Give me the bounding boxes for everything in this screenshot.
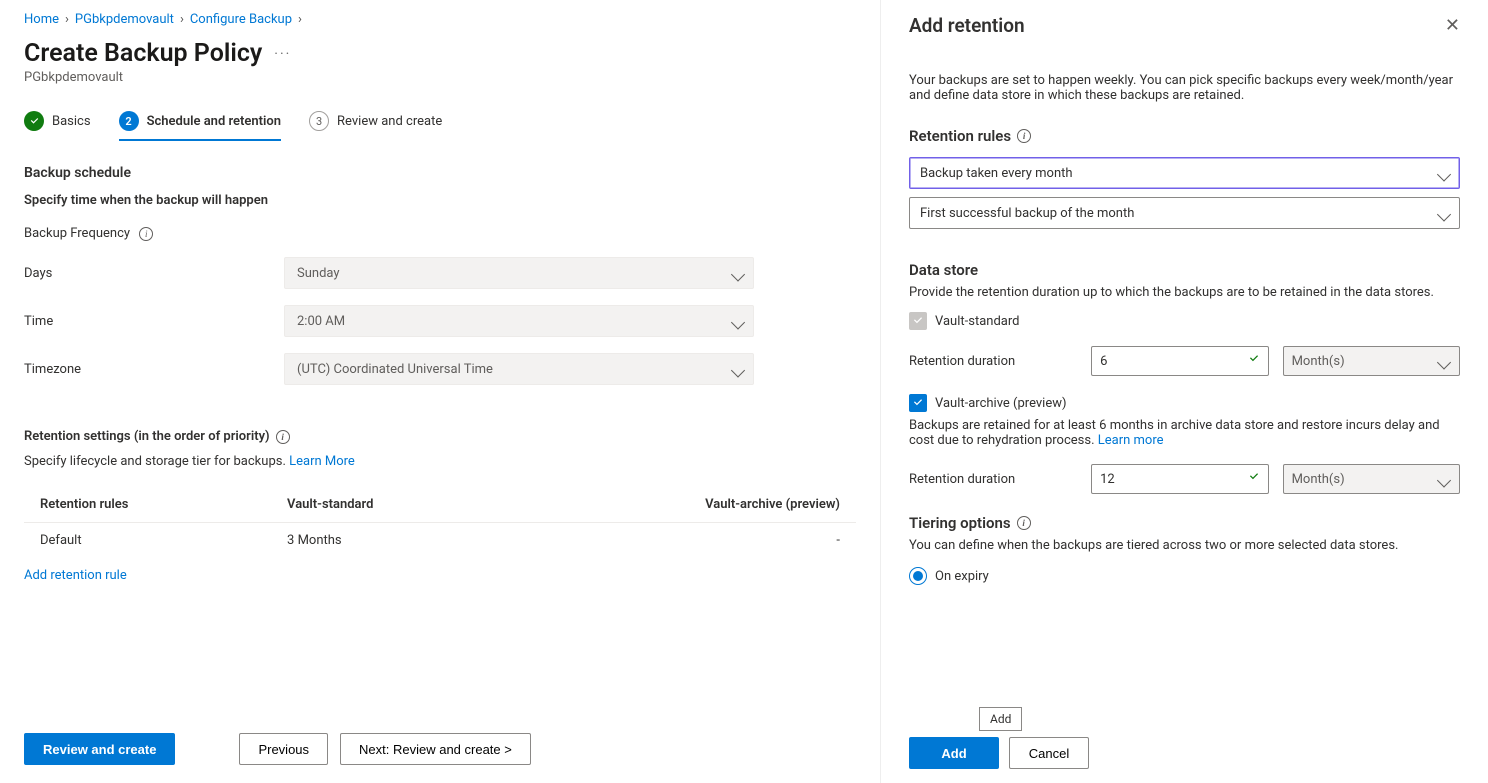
column-header-rules: Retention rules bbox=[24, 487, 271, 523]
column-header-vstd: Vault-standard bbox=[271, 487, 514, 523]
tiering-desc: You can define when the backups are tier… bbox=[909, 538, 1460, 553]
label-time: Time bbox=[24, 314, 284, 329]
info-icon[interactable]: i bbox=[276, 430, 290, 444]
select-timezone[interactable]: (UTC) Coordinated Universal Time bbox=[284, 353, 754, 385]
input-varch-duration[interactable]: 12 bbox=[1091, 464, 1268, 494]
step-review[interactable]: 3 Review and create bbox=[309, 111, 442, 139]
select-value: First successful backup of the month bbox=[920, 206, 1134, 221]
table-row: Default 3 Months - bbox=[24, 523, 856, 559]
panel-section-data-store: Data store bbox=[909, 261, 1460, 279]
add-button[interactable]: Add bbox=[909, 737, 999, 769]
chevron-right-icon: › bbox=[180, 12, 184, 27]
select-rule-which[interactable]: First successful backup of the month bbox=[909, 197, 1460, 229]
section-backup-schedule-sub: Specify time when the backup will happen bbox=[24, 193, 856, 208]
add-retention-rule-link[interactable]: Add retention rule bbox=[24, 568, 856, 583]
input-value: 12 bbox=[1100, 472, 1115, 487]
vault-archive-note: Backups are retained for at least 6 mont… bbox=[909, 418, 1460, 448]
column-header-varch: Vault-archive (preview) bbox=[514, 487, 856, 523]
input-value: 6 bbox=[1100, 354, 1107, 369]
panel-section-tiering: Tiering options i bbox=[909, 514, 1460, 532]
checkbox-icon bbox=[909, 312, 927, 330]
step-basics[interactable]: Basics bbox=[24, 111, 91, 139]
panel-section-retention-rules: Retention rules i bbox=[909, 127, 1460, 145]
next-button[interactable]: Next: Review and create > bbox=[340, 733, 531, 765]
select-value: Month(s) bbox=[1292, 354, 1345, 369]
previous-button[interactable]: Previous bbox=[239, 733, 328, 765]
step-number-icon: 3 bbox=[309, 111, 329, 131]
radio-label: On expiry bbox=[935, 569, 989, 584]
cell-varch: - bbox=[514, 523, 856, 559]
checkbox-label: Vault-standard bbox=[935, 314, 1019, 329]
learn-more-link[interactable]: Learn more bbox=[1098, 433, 1164, 448]
checkbox-vault-standard[interactable]: Vault-standard bbox=[909, 312, 1460, 330]
retention-desc: Specify lifecycle and storage tier for b… bbox=[24, 454, 856, 469]
chevron-right-icon: › bbox=[298, 12, 302, 27]
chevron-down-icon bbox=[733, 269, 743, 284]
close-icon[interactable]: ✕ bbox=[1445, 15, 1460, 36]
retention-rules-table: Retention rules Vault-standard Vault-arc… bbox=[24, 487, 856, 558]
label-retention-duration: Retention duration bbox=[909, 472, 1077, 487]
select-rule-scope[interactable]: Backup taken every month bbox=[909, 157, 1460, 189]
input-vstd-duration[interactable]: 6 bbox=[1091, 346, 1268, 376]
checkbox-vault-archive[interactable]: Vault-archive (preview) bbox=[909, 394, 1460, 412]
learn-more-link[interactable]: Learn More bbox=[289, 454, 355, 469]
panel-title: Add retention bbox=[909, 14, 1025, 37]
select-value: (UTC) Coordinated Universal Time bbox=[297, 362, 493, 377]
select-value: Sunday bbox=[297, 266, 340, 281]
more-icon[interactable]: ··· bbox=[274, 46, 291, 62]
page-title: Create Backup Policy bbox=[24, 39, 262, 68]
checkbox-icon bbox=[909, 394, 927, 412]
label-days: Days bbox=[24, 266, 284, 281]
label-retention-duration: Retention duration bbox=[909, 354, 1077, 369]
section-backup-schedule: Backup schedule bbox=[24, 165, 856, 181]
tooltip-add: Add bbox=[979, 707, 1022, 731]
chevron-down-icon bbox=[1439, 475, 1449, 490]
chevron-down-icon bbox=[733, 317, 743, 332]
check-icon bbox=[24, 111, 44, 131]
chevron-down-icon bbox=[1439, 169, 1449, 184]
select-time[interactable]: 2:00 AM bbox=[284, 305, 754, 337]
review-and-create-button[interactable]: Review and create bbox=[24, 733, 175, 765]
info-icon[interactable]: i bbox=[1017, 129, 1031, 143]
select-value: 2:00 AM bbox=[297, 314, 345, 329]
label-timezone: Timezone bbox=[24, 362, 284, 377]
data-store-desc: Provide the retention duration up to whi… bbox=[909, 285, 1460, 300]
step-label: Schedule and retention bbox=[147, 114, 281, 129]
section-retention-settings: Retention settings (in the order of prio… bbox=[24, 429, 856, 444]
breadcrumb: Home › PGbkpdemovault › Configure Backup… bbox=[24, 12, 856, 27]
chevron-down-icon bbox=[1439, 357, 1449, 372]
select-vstd-unit[interactable]: Month(s) bbox=[1283, 346, 1460, 376]
info-icon[interactable]: i bbox=[1017, 516, 1031, 530]
wizard-steps: Basics 2 Schedule and retention 3 Review… bbox=[24, 111, 856, 141]
select-varch-unit[interactable]: Month(s) bbox=[1283, 464, 1460, 494]
valid-icon bbox=[1248, 353, 1260, 369]
checkbox-label: Vault-archive (preview) bbox=[935, 396, 1067, 411]
breadcrumb-home[interactable]: Home bbox=[24, 12, 59, 27]
chevron-down-icon bbox=[733, 365, 743, 380]
breadcrumb-vault[interactable]: PGbkpdemovault bbox=[75, 12, 174, 27]
step-schedule[interactable]: 2 Schedule and retention bbox=[119, 111, 281, 139]
select-days[interactable]: Sunday bbox=[284, 257, 754, 289]
chevron-right-icon: › bbox=[65, 12, 69, 27]
radio-on-expiry[interactable]: On expiry bbox=[909, 567, 1460, 585]
select-value: Month(s) bbox=[1292, 472, 1345, 487]
select-value: Backup taken every month bbox=[920, 166, 1073, 181]
cancel-button[interactable]: Cancel bbox=[1009, 737, 1089, 769]
panel-description: Your backups are set to happen weekly. Y… bbox=[909, 73, 1460, 103]
chevron-down-icon bbox=[1439, 209, 1449, 224]
step-number-icon: 2 bbox=[119, 111, 139, 131]
step-label: Basics bbox=[52, 114, 91, 129]
cell-rule-name: Default bbox=[24, 523, 271, 559]
radio-icon bbox=[909, 567, 927, 585]
valid-icon bbox=[1248, 471, 1260, 487]
breadcrumb-configure[interactable]: Configure Backup bbox=[190, 12, 292, 27]
info-icon[interactable]: i bbox=[139, 227, 153, 241]
step-label: Review and create bbox=[337, 114, 442, 129]
cell-vstd: 3 Months bbox=[271, 523, 514, 559]
page-subtitle: PGbkpdemovault bbox=[24, 70, 856, 85]
label-backup-frequency: Backup Frequency i bbox=[24, 226, 284, 241]
